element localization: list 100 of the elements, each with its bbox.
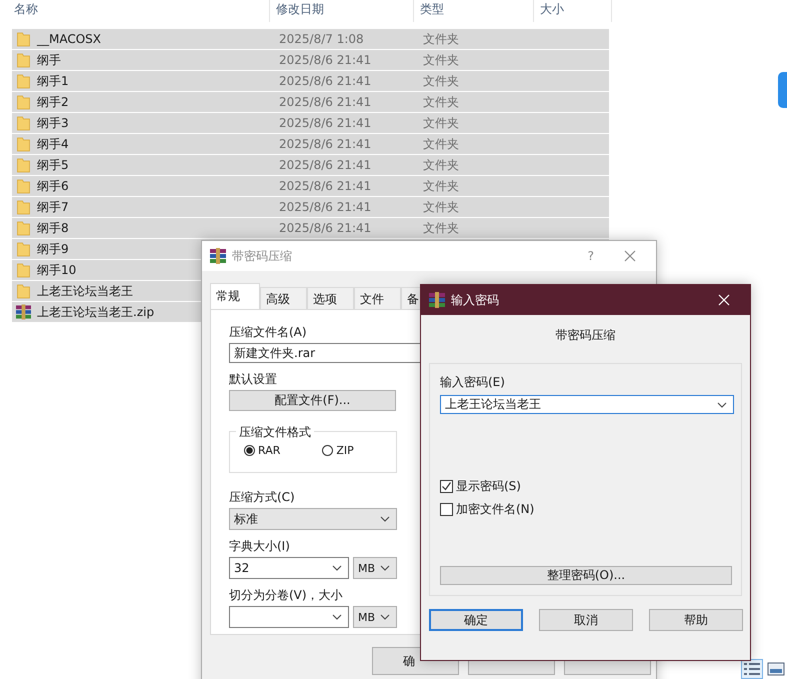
file-date: 2025/8/6 21:41 — [279, 179, 372, 193]
radio-label: RAR — [258, 444, 280, 457]
chevron-down-icon — [332, 565, 342, 571]
dropdown[interactable]: MB — [353, 606, 397, 628]
radio-option[interactable]: ZIP — [322, 444, 354, 457]
list-icon — [743, 662, 761, 676]
checkbox-option[interactable]: 显示密码(S) — [440, 478, 731, 495]
dropdown[interactable]: 标准 — [229, 508, 397, 530]
file-date: 2025/8/6 21:41 — [279, 221, 372, 235]
field-label: 压缩方式(C) — [229, 489, 295, 506]
file-date: 2025/8/6 21:41 — [279, 200, 372, 214]
file-name: 纲手1 — [37, 72, 69, 90]
file-name: 纲手4 — [37, 136, 69, 152]
dropdown[interactable]: MB — [353, 557, 397, 579]
chevron-down-icon — [717, 402, 727, 408]
file-type: 文件夹 — [423, 72, 459, 90]
folder-icon — [16, 115, 31, 131]
folder-icon — [16, 31, 31, 47]
folder-icon — [16, 157, 31, 173]
folder-icon — [16, 262, 31, 278]
field-label: 切分为分卷(V)，大小 — [229, 587, 343, 604]
file-type: 文件夹 — [423, 30, 459, 48]
chevron-down-icon — [380, 516, 390, 522]
file-type: 文件夹 — [423, 156, 459, 174]
radio-label: ZIP — [336, 444, 354, 457]
password-field[interactable]: 上老王论坛当老王 — [440, 395, 734, 414]
file-date: 2025/8/6 21:41 — [279, 137, 372, 151]
dropdown[interactable]: 32 — [229, 557, 349, 579]
help-button[interactable]: ? — [588, 249, 594, 263]
field-label: 默认设置 — [229, 371, 277, 388]
file-row[interactable]: 纲手2 2025/8/6 21:41 文件夹 — [12, 92, 609, 112]
file-type: 文件夹 — [423, 220, 459, 236]
dropdown[interactable] — [229, 606, 349, 628]
manage-passwords-button[interactable]: 整理密码(O)... — [440, 566, 732, 585]
file-name: 纲手8 — [37, 220, 69, 236]
column-header[interactable]: 类型 — [414, 0, 534, 22]
file-name: 纲手5 — [37, 156, 69, 174]
tab[interactable]: 文件 — [354, 287, 401, 309]
file-name: 上老王论坛当老王.zip — [37, 304, 154, 320]
chevron-down-icon — [332, 614, 342, 620]
chevron-down-icon — [380, 565, 390, 571]
file-type: 文件夹 — [423, 198, 459, 216]
tab[interactable]: 选项 — [307, 287, 354, 309]
archive-icon — [210, 248, 226, 264]
archive-icon — [429, 292, 445, 308]
checkbox[interactable] — [440, 480, 453, 493]
profiles-button[interactable]: 配置文件(F)... — [229, 390, 396, 411]
dialog-button[interactable]: 取消 — [539, 609, 633, 631]
file-row[interactable]: __MACOSX 2025/8/7 1:08 文件夹 — [12, 29, 609, 49]
dialog-heading: 带密码压缩 — [554, 327, 616, 344]
folder-icon — [16, 136, 31, 152]
file-name: __MACOSX — [37, 32, 102, 46]
group-title: 压缩文件格式 — [236, 424, 314, 441]
folder-icon — [16, 52, 31, 68]
folder-icon — [16, 73, 31, 89]
file-name: 纲手2 — [37, 94, 69, 110]
details-view-button[interactable] — [741, 659, 763, 679]
file-row[interactable]: 纲手7 2025/8/6 21:41 文件夹 — [12, 197, 609, 217]
file-row[interactable]: 纲手 2025/8/6 21:41 文件夹 — [12, 50, 609, 70]
tab[interactable]: 常规 — [210, 283, 260, 309]
radio-button[interactable] — [244, 445, 255, 456]
archive-icon — [16, 304, 31, 320]
file-name: 上老王论坛当老王 — [37, 282, 133, 300]
file-type: 文件夹 — [423, 136, 459, 152]
file-name: 纲手6 — [37, 178, 69, 194]
checkbox-label: 显示密码(S) — [456, 478, 521, 495]
file-date: 2025/8/6 21:41 — [279, 53, 372, 67]
column-header[interactable]: 名称 — [0, 0, 270, 22]
file-date: 2025/8/6 21:41 — [279, 74, 372, 88]
file-name: 纲手7 — [37, 198, 69, 216]
tab[interactable]: 高级 — [260, 287, 307, 309]
file-type: 文件夹 — [423, 52, 459, 68]
folder-icon — [16, 283, 31, 299]
image-icon — [767, 662, 785, 676]
field-label: 压缩文件名(A) — [229, 324, 307, 341]
file-type: 文件夹 — [423, 94, 459, 110]
column-header[interactable]: 修改日期 — [270, 0, 414, 22]
checkbox[interactable] — [440, 503, 453, 516]
file-row[interactable]: 纲手5 2025/8/6 21:41 文件夹 — [12, 155, 609, 175]
radio-button[interactable] — [322, 445, 334, 456]
file-row[interactable]: 纲手4 2025/8/6 21:41 文件夹 — [12, 134, 609, 154]
folder-icon — [16, 199, 31, 215]
file-name: 纲手10 — [37, 262, 76, 278]
check-icon — [441, 481, 452, 492]
file-type: 文件夹 — [423, 114, 459, 132]
dialog-button[interactable]: 确定 — [429, 609, 523, 631]
file-row[interactable]: 纲手3 2025/8/6 21:41 文件夹 — [12, 113, 609, 133]
file-row[interactable]: 纲手6 2025/8/6 21:41 文件夹 — [12, 176, 609, 196]
field-label: 输入密码(E) — [440, 374, 505, 391]
file-name: 纲手9 — [37, 240, 69, 258]
file-name: 纲手3 — [37, 114, 69, 132]
folder-icon — [16, 94, 31, 110]
file-date: 2025/8/6 21:41 — [279, 116, 372, 130]
file-row[interactable]: 纲手1 2025/8/6 21:41 文件夹 — [12, 71, 609, 91]
column-header[interactable]: 大小 — [534, 0, 612, 22]
file-row[interactable]: 纲手8 2025/8/6 21:41 文件夹 — [12, 218, 609, 238]
radio-option[interactable]: RAR — [244, 444, 280, 457]
dialog-button[interactable]: 帮助 — [649, 609, 743, 631]
file-date: 2025/8/7 1:08 — [279, 32, 365, 46]
checkbox-option[interactable]: 加密文件名(N) — [440, 501, 731, 518]
